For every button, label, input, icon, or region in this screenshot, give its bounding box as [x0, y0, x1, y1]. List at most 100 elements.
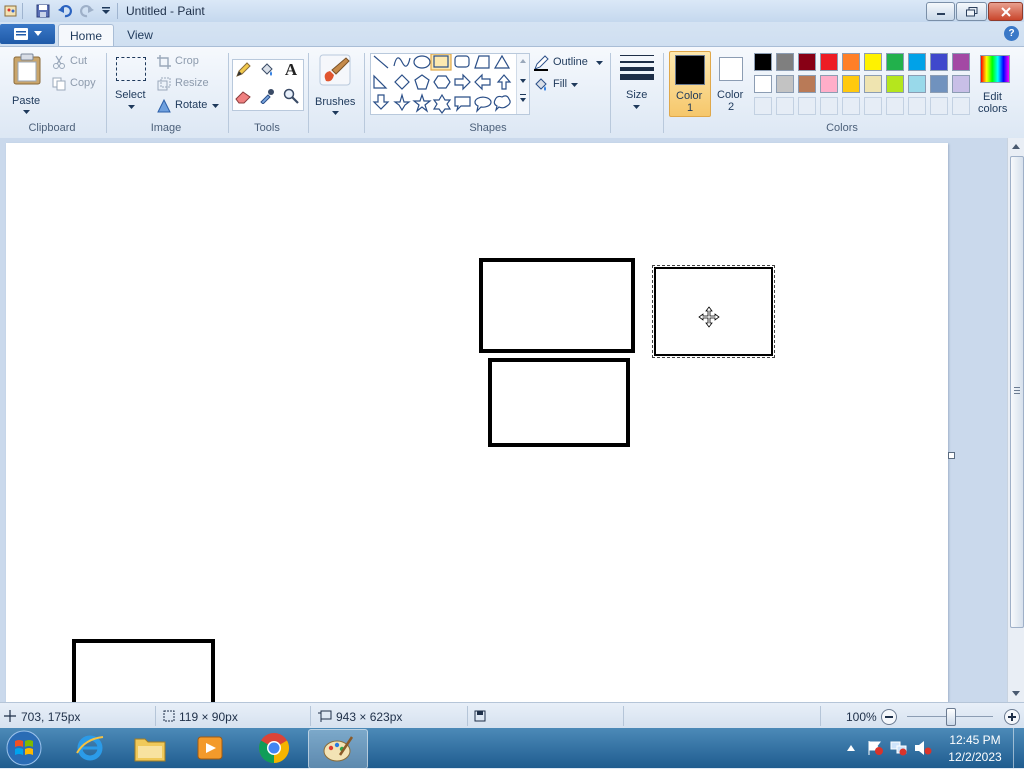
palette-color-swatch[interactable]: [820, 75, 838, 93]
cut-button[interactable]: Cut: [52, 55, 102, 71]
zoom-in-button[interactable]: [1004, 709, 1020, 725]
line-shape-icon[interactable]: [373, 55, 389, 69]
palette-color-swatch[interactable]: [886, 53, 904, 71]
color2-button[interactable]: Color 2: [713, 51, 751, 115]
color-picker-icon[interactable]: [259, 88, 275, 105]
zoom-slider-thumb[interactable]: [946, 708, 956, 726]
palette-custom-slot[interactable]: [864, 97, 882, 115]
palette-custom-slot[interactable]: [886, 97, 904, 115]
rotate-button[interactable]: Rotate: [157, 99, 223, 115]
palette-color-swatch[interactable]: [776, 53, 794, 71]
size-button[interactable]: Size: [617, 53, 657, 115]
customize-qat-icon[interactable]: [97, 3, 115, 19]
palette-custom-slot[interactable]: [930, 97, 948, 115]
scroll-thumb[interactable]: [1010, 156, 1024, 628]
magnifier-icon[interactable]: [283, 88, 299, 104]
canvas-resize-handle[interactable]: [948, 452, 955, 459]
palette-color-swatch[interactable]: [908, 53, 926, 71]
palette-color-swatch[interactable]: [908, 75, 926, 93]
scroll-down-icon[interactable]: [1008, 686, 1024, 700]
palette-color-swatch[interactable]: [842, 75, 860, 93]
copy-button[interactable]: Copy: [52, 77, 102, 93]
help-icon[interactable]: ?: [1004, 26, 1019, 41]
save-icon[interactable]: [34, 3, 52, 19]
palette-color-swatch[interactable]: [930, 75, 948, 93]
action-center-flag-icon[interactable]: [866, 740, 884, 756]
paste-button[interactable]: Paste: [8, 53, 46, 115]
shapes-gallery-scroll[interactable]: [516, 54, 529, 114]
palette-color-swatch[interactable]: [798, 75, 816, 93]
palette-color-swatch[interactable]: [952, 53, 970, 71]
zoom-out-button[interactable]: [881, 709, 897, 725]
minimize-button[interactable]: [926, 2, 955, 21]
drawn-rectangle[interactable]: [488, 358, 630, 447]
fill-bucket-icon[interactable]: [259, 62, 275, 78]
tab-view[interactable]: View: [118, 24, 162, 46]
five-point-star-shape-icon[interactable]: [412, 93, 432, 113]
start-button[interactable]: [4, 729, 44, 767]
rounded-rectangle-shape-icon[interactable]: [454, 55, 470, 68]
palette-custom-slot[interactable]: [776, 97, 794, 115]
show-hidden-icons-icon[interactable]: [846, 744, 856, 752]
text-tool-icon[interactable]: A: [283, 61, 299, 78]
palette-color-swatch[interactable]: [952, 75, 970, 93]
up-arrow-shape-icon[interactable]: [496, 74, 512, 90]
drawn-rectangle[interactable]: [479, 258, 635, 353]
diamond-shape-icon[interactable]: [394, 74, 410, 90]
six-point-star-shape-icon[interactable]: [432, 93, 452, 114]
restore-button[interactable]: [956, 2, 987, 21]
edit-colors-button[interactable]: Edit colors: [976, 51, 1012, 115]
polygon-shape-icon[interactable]: [474, 55, 490, 69]
down-arrow-shape-icon[interactable]: [372, 94, 390, 110]
pencil-icon[interactable]: [235, 62, 251, 78]
fill-button[interactable]: Fill: [533, 77, 593, 93]
right-triangle-shape-icon[interactable]: [373, 74, 388, 89]
palette-color-swatch[interactable]: [820, 53, 838, 71]
left-arrow-shape-icon[interactable]: [474, 73, 491, 91]
vertical-scrollbar[interactable]: [1007, 138, 1024, 702]
taskbar-chrome[interactable]: [246, 729, 302, 767]
taskbar-media-player[interactable]: [182, 729, 238, 767]
palette-color-swatch[interactable]: [776, 75, 794, 93]
rectangle-callout-shape-icon[interactable]: [454, 96, 471, 112]
redo-icon[interactable]: [78, 3, 96, 19]
scroll-up-icon[interactable]: [1008, 140, 1024, 154]
clock-date[interactable]: 12/2/2023: [940, 750, 1010, 764]
palette-color-swatch[interactable]: [886, 75, 904, 93]
paint-menu-button[interactable]: [0, 24, 55, 44]
show-desktop-button[interactable]: [1013, 728, 1024, 768]
drawing-canvas[interactable]: [6, 143, 948, 714]
palette-color-swatch[interactable]: [930, 53, 948, 71]
triangle-shape-icon[interactable]: [493, 54, 511, 69]
oval-shape-icon[interactable]: [413, 55, 431, 69]
taskbar-internet-explorer[interactable]: [62, 729, 118, 767]
palette-color-swatch[interactable]: [864, 53, 882, 71]
select-button[interactable]: Select: [112, 55, 152, 115]
tab-home[interactable]: Home: [58, 24, 114, 47]
color1-button[interactable]: Color 1: [669, 51, 711, 117]
crop-button[interactable]: Crop: [157, 55, 217, 71]
palette-custom-slot[interactable]: [798, 97, 816, 115]
curve-shape-icon[interactable]: [393, 57, 411, 67]
palette-color-swatch[interactable]: [864, 75, 882, 93]
cloud-callout-shape-icon[interactable]: [493, 95, 511, 112]
paint-app-icon[interactable]: [2, 3, 20, 19]
palette-color-swatch[interactable]: [754, 53, 772, 71]
undo-icon[interactable]: [56, 3, 74, 19]
brushes-button[interactable]: Brushes: [312, 51, 358, 115]
palette-custom-slot[interactable]: [820, 97, 838, 115]
outline-button[interactable]: Outline: [533, 55, 603, 71]
palette-custom-slot[interactable]: [908, 97, 926, 115]
palette-color-swatch[interactable]: [798, 53, 816, 71]
selection-frame[interactable]: [652, 265, 775, 358]
palette-color-swatch[interactable]: [842, 53, 860, 71]
clock-time[interactable]: 12:45 PM: [940, 733, 1010, 747]
palette-custom-slot[interactable]: [754, 97, 772, 115]
hexagon-shape-icon[interactable]: [433, 75, 451, 89]
network-icon[interactable]: [890, 740, 908, 756]
palette-custom-slot[interactable]: [952, 97, 970, 115]
close-button[interactable]: [988, 2, 1023, 21]
oval-callout-shape-icon[interactable]: [474, 96, 492, 113]
palette-custom-slot[interactable]: [842, 97, 860, 115]
palette-color-swatch[interactable]: [754, 75, 772, 93]
